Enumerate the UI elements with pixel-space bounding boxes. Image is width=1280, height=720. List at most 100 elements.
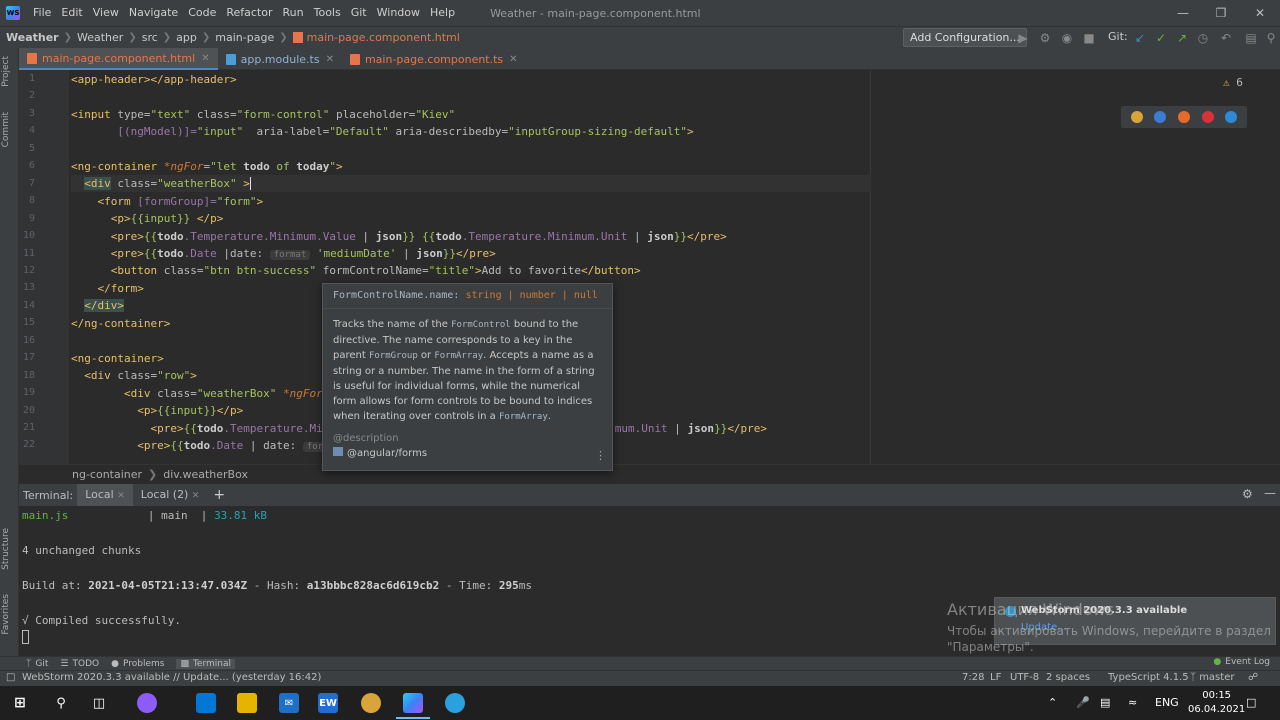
input-language[interactable]: ENG xyxy=(1155,696,1179,709)
menu-tools[interactable]: Tools xyxy=(309,0,346,26)
crumb-src[interactable]: src xyxy=(142,31,158,44)
chrome-icon[interactable] xyxy=(361,693,381,713)
tab-main-page-html[interactable]: main-page.component.html ✕ xyxy=(19,48,218,70)
git-commit-icon[interactable]: ✓ xyxy=(1153,30,1169,46)
more-options-icon[interactable]: ⋮ xyxy=(595,449,606,462)
mail-icon[interactable]: ✉ xyxy=(279,693,299,713)
opera-icon[interactable] xyxy=(1201,111,1214,123)
crumb-ng-container[interactable]: ng-container xyxy=(72,468,142,481)
stop-icon[interactable]: ■ xyxy=(1081,30,1097,46)
menu-help[interactable]: Help xyxy=(425,0,460,26)
caret-position[interactable]: 7:28 xyxy=(962,672,984,683)
commit-tool-button[interactable]: Commit xyxy=(1,112,11,147)
todo-tool-button[interactable]: ☰ TODO xyxy=(60,659,99,669)
gear-icon[interactable]: ⚙ xyxy=(1242,487,1253,501)
coverage-icon[interactable]: ◉ xyxy=(1059,30,1075,46)
warning-count[interactable]: ⚠ 6 xyxy=(1223,76,1243,89)
crumb-div-weatherbox[interactable]: div.weatherBox xyxy=(163,468,248,481)
update-notification[interactable]: WebStorm 2020.3.3 available Update... xyxy=(994,597,1276,645)
task-view-icon[interactable]: ◫ xyxy=(89,693,109,713)
terminal-text: Build at: xyxy=(22,579,89,592)
language-service[interactable]: TypeScript 4.1.5 xyxy=(1108,672,1189,683)
tab-main-page-ts[interactable]: main-page.component.ts ✕ xyxy=(342,48,526,70)
git-tool-button[interactable]: ᛉ Git xyxy=(26,659,48,669)
add-icon[interactable]: + xyxy=(213,487,225,503)
run-icon[interactable]: ▶ xyxy=(1015,30,1031,46)
update-link[interactable]: Update... xyxy=(1021,622,1067,633)
wifi-icon[interactable]: ≈ xyxy=(1128,696,1137,709)
menu-git[interactable]: Git xyxy=(346,0,372,26)
close-icon[interactable]: ✕ xyxy=(509,54,517,65)
structure-tool-button[interactable]: Structure xyxy=(1,528,11,570)
menu-refactor[interactable]: Refactor xyxy=(221,0,277,26)
favorites-tool-button[interactable]: Favorites xyxy=(1,594,11,635)
history-icon[interactable]: ◷ xyxy=(1195,30,1211,46)
rollback-icon[interactable]: ↶ xyxy=(1218,30,1234,46)
edge-word-icon[interactable]: EW xyxy=(318,693,338,713)
file-explorer-icon[interactable] xyxy=(237,693,257,713)
menu-edit[interactable]: Edit xyxy=(56,0,87,26)
close-icon[interactable]: ✕ xyxy=(117,491,125,501)
webstorm-icon[interactable] xyxy=(403,693,423,713)
terminal-tab-local[interactable]: Local ✕ xyxy=(77,484,133,506)
file-encoding[interactable]: UTF-8 xyxy=(1010,672,1039,683)
windows-start-icon[interactable]: ⊞ xyxy=(10,693,30,713)
problems-tool-button[interactable]: ● Problems xyxy=(111,659,164,669)
git-branch[interactable]: ᛉ master xyxy=(1190,672,1234,683)
notification-icon[interactable]: □ xyxy=(6,672,15,683)
menu-view[interactable]: View xyxy=(88,0,124,26)
menu-code[interactable]: Code xyxy=(183,0,221,26)
menu-window[interactable]: Window xyxy=(372,0,425,26)
safari-icon[interactable] xyxy=(1154,111,1167,123)
status-message[interactable]: WebStorm 2020.3.3 available // Update...… xyxy=(22,672,321,683)
maximize-icon[interactable]: ❐ xyxy=(1201,0,1241,26)
cortana-icon[interactable] xyxy=(137,693,157,713)
crumb-main-page[interactable]: main-page xyxy=(215,31,274,44)
code-editor[interactable]: ⚠ 6 1 2 3 4 5 6 7 8 9 10 11 12 13 14 15 16 17 18 19 20 21 22 … xyxy=(19,70,1280,464)
git-update-icon[interactable]: ↙ xyxy=(1132,30,1148,46)
menu-file[interactable]: File xyxy=(28,0,56,26)
tab-app-module[interactable]: app.module.ts ✕ xyxy=(218,48,342,70)
add-configuration-button[interactable]: Add Configuration... xyxy=(903,28,1027,47)
line-separator[interactable]: LF xyxy=(990,672,1001,683)
chrome-icon[interactable] xyxy=(1130,111,1143,123)
folder-icon xyxy=(333,447,343,456)
popup-module[interactable]: @angular/forms xyxy=(333,447,427,459)
hide-icon[interactable]: — xyxy=(1264,486,1276,500)
indent-setting[interactable]: 2 spaces xyxy=(1046,672,1090,683)
close-icon[interactable]: ✕ xyxy=(326,54,334,65)
lock-icon[interactable]: ☍ xyxy=(1248,672,1258,683)
line-number: 2 xyxy=(28,90,35,102)
store-icon[interactable] xyxy=(196,693,216,713)
edge-icon[interactable] xyxy=(1225,111,1238,123)
terminal-tool-button[interactable]: ▩ Terminal xyxy=(176,658,236,669)
layout-icon[interactable]: ▤ xyxy=(1243,30,1259,46)
menu-navigate[interactable]: Navigate xyxy=(124,0,183,26)
telegram-icon[interactable] xyxy=(445,693,465,713)
network-icon[interactable]: ▤ xyxy=(1100,696,1110,709)
crumb-file[interactable]: main-page.component.html xyxy=(307,31,460,44)
close-icon[interactable]: ✕ xyxy=(201,53,209,64)
debug-icon[interactable]: ⚙ xyxy=(1037,30,1053,46)
project-tool-button[interactable]: Project xyxy=(1,56,11,87)
search-icon[interactable]: ⚲ xyxy=(1263,30,1279,46)
notifications-icon[interactable]: □ xyxy=(1246,696,1256,709)
code-line-7: <div class="weatherBox" > xyxy=(71,175,871,192)
git-push-icon[interactable]: ↗ xyxy=(1174,30,1190,46)
crumb-app[interactable]: app xyxy=(176,31,197,44)
problems-icon: ● xyxy=(111,658,119,669)
microphone-icon[interactable]: 🎤 xyxy=(1076,696,1090,709)
search-icon[interactable]: ⚲ xyxy=(51,693,71,713)
crumb-project[interactable]: Weather xyxy=(6,31,59,44)
crumb-module[interactable]: Weather xyxy=(77,31,123,44)
firefox-icon[interactable] xyxy=(1177,111,1190,123)
close-icon[interactable]: ✕ xyxy=(192,491,200,501)
chevron-up-icon[interactable]: ⌃ xyxy=(1048,696,1057,709)
system-clock[interactable]: 00:15 06.04.2021 xyxy=(1188,689,1245,717)
menu-run[interactable]: Run xyxy=(278,0,309,26)
code-line-14: </div> xyxy=(84,299,124,312)
event-log-button[interactable]: ● Event Log xyxy=(1213,657,1270,667)
close-icon[interactable]: ✕ xyxy=(1240,0,1280,26)
minimize-icon[interactable]: — xyxy=(1163,0,1203,26)
terminal-tab-local-2[interactable]: Local (2) ✕ xyxy=(133,484,208,506)
